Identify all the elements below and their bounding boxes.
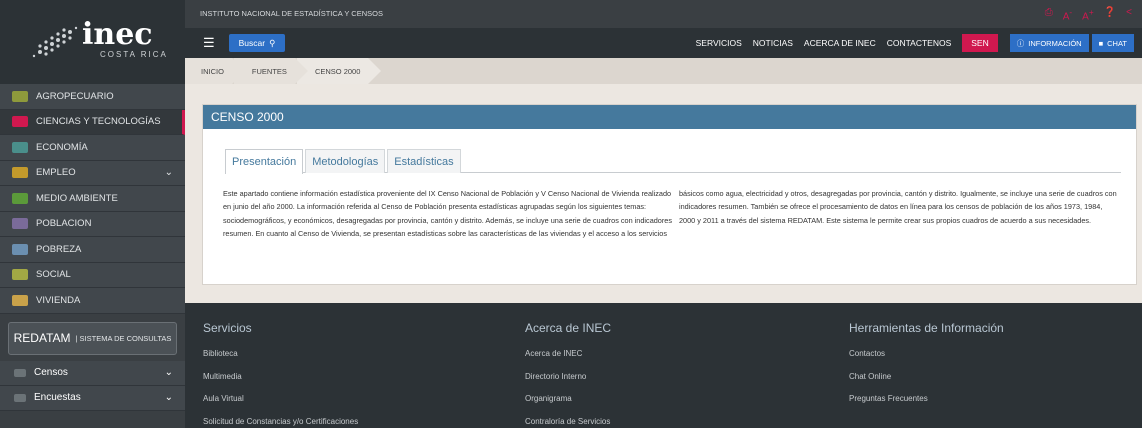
- sidebar-item-agropecuario[interactable]: AGROPECUARIO: [0, 84, 185, 110]
- footer-link[interactable]: Organigrama: [525, 394, 611, 417]
- sidebar-item-label: SOCIAL: [36, 269, 71, 281]
- footer-column-herramientas: Herramientas de Información Contactos Ch…: [849, 321, 1004, 417]
- sidebar-item-social[interactable]: SOCIAL: [0, 262, 185, 288]
- sidebar-item-vivienda[interactable]: VIVIENDA: [0, 288, 185, 314]
- print-icon[interactable]: ⎙: [1045, 7, 1053, 22]
- people-icon: [12, 218, 28, 230]
- briefcase-icon: [12, 167, 28, 179]
- survey-icon: [14, 393, 26, 402]
- footer-heading: Herramientas de Información: [849, 321, 1004, 335]
- footer-column-acerca: Acerca de INEC Acerca de INEC Directorio…: [525, 321, 611, 428]
- sidebar-item-label: VIVIENDA: [36, 294, 81, 306]
- share-icon[interactable]: <: [1126, 7, 1132, 22]
- breadcrumb-inicio[interactable]: INICIO: [185, 58, 245, 84]
- sidebar-item-label: CIENCIAS Y TECNOLOGÍAS: [36, 116, 161, 128]
- footer-heading: Acerca de INEC: [525, 321, 612, 335]
- nav-link-contactenos[interactable]: CONTACTENOS: [887, 38, 952, 48]
- search-label: Buscar: [238, 38, 266, 48]
- logo-subtitle: COSTA RICA: [100, 50, 168, 59]
- footer-heading: Servicios: [203, 321, 252, 335]
- nav-link-noticias[interactable]: NOTICIAS: [753, 38, 793, 48]
- footer-link[interactable]: Chat Online: [849, 372, 1004, 395]
- institution-bar: INSTITUTO NACIONAL DE ESTADÍSTICA Y CENS…: [185, 0, 1142, 28]
- census-icon: [14, 368, 26, 377]
- chat-label: CHAT: [1107, 38, 1127, 48]
- sidebar-item-ciencias[interactable]: CIENCIAS Y TECNOLOGÍAS: [0, 109, 185, 135]
- group-icon: [12, 269, 28, 281]
- sidebar-item-label: ECONOMÍA: [36, 141, 88, 153]
- footer-link[interactable]: Contraloría de Servicios: [525, 417, 611, 428]
- money-icon: [12, 141, 28, 153]
- sidebar-item-censos[interactable]: Censos ⌄: [0, 360, 185, 386]
- font-increase-button[interactable]: A+: [1082, 7, 1094, 22]
- sidebar-item-economia[interactable]: ECONOMÍA: [0, 135, 185, 161]
- nav-link-acerca[interactable]: ACERCA DE INEC: [804, 38, 876, 48]
- sidebar-item-label: AGROPECUARIO: [36, 90, 114, 102]
- sidebar-item-pobreza[interactable]: POBREZA: [0, 237, 185, 263]
- sidebar-item-poblacion[interactable]: POBLACION: [0, 211, 185, 237]
- redatam-subtitle: | SISTEMA DE CONSULTAS: [75, 333, 172, 343]
- footer-link[interactable]: Acerca de INEC: [525, 349, 611, 372]
- footer-column-servicios: Servicios Biblioteca Multimedia Aula Vir…: [203, 321, 358, 428]
- sidebar-item-medio-ambiente[interactable]: MEDIO AMBIENTE: [0, 186, 185, 212]
- hand-icon: [12, 243, 28, 255]
- leaf-icon: [12, 192, 28, 204]
- chevron-down-icon: ⌄: [164, 391, 173, 403]
- info-button[interactable]: ⓘ INFORMACIÓN: [1009, 34, 1089, 52]
- sen-button[interactable]: SEN: [962, 34, 998, 52]
- footer-link[interactable]: Aula Virtual: [203, 394, 358, 417]
- chat-button[interactable]: ■ CHAT: [1091, 34, 1134, 52]
- logo[interactable]: inec COSTA RICA: [0, 0, 185, 84]
- sidebar-item-label: EMPLEO: [36, 167, 76, 179]
- content-tabs: Presentación Metodologías Estadísticas: [225, 149, 1121, 174]
- sidebar-item-encuestas[interactable]: Encuestas ⌄: [0, 385, 185, 411]
- tab-estadisticas[interactable]: Estadísticas: [387, 149, 461, 173]
- info-icon: ⓘ: [1016, 38, 1025, 48]
- menu-toggle-icon[interactable]: ☰: [203, 35, 215, 51]
- logo-text: inec: [82, 17, 153, 52]
- footer: Servicios Biblioteca Multimedia Aula Vir…: [185, 303, 1142, 428]
- sidebar-item-label: POBLACION: [36, 218, 92, 230]
- sidebar-item-empleo[interactable]: EMPLEO ⌄: [0, 160, 185, 186]
- sidebar-item-label: Encuestas: [34, 392, 81, 403]
- content-card: CENSO 2000 Presentación Metodologías Est…: [202, 104, 1137, 285]
- tab-metodologias[interactable]: Metodologías: [305, 149, 386, 173]
- footer-link[interactable]: Contactos: [849, 349, 1004, 372]
- help-icon[interactable]: ❓: [1104, 7, 1116, 22]
- institution-name: INSTITUTO NACIONAL DE ESTADÍSTICA Y CENS…: [200, 9, 383, 18]
- footer-link[interactable]: Multimedia: [203, 372, 358, 395]
- tractor-icon: [12, 90, 28, 102]
- chevron-down-icon: ⌄: [164, 166, 173, 178]
- presentation-text-right: básicos como agua, electricidad y otros,…: [679, 189, 1117, 225]
- category-nav: AGROPECUARIO CIENCIAS Y TECNOLOGÍAS ECON…: [0, 84, 185, 314]
- chat-icon: ■: [1098, 38, 1104, 48]
- font-decrease-button[interactable]: A-: [1063, 7, 1072, 22]
- tab-presentacion[interactable]: Presentación: [225, 149, 304, 174]
- redatam-title: REDATAM: [13, 331, 71, 345]
- nav-link-servicios[interactable]: SERVICIOS: [696, 38, 742, 48]
- redatam-button[interactable]: REDATAM | SISTEMA DE CONSULTAS: [8, 321, 177, 355]
- search-button[interactable]: Buscar ⚲: [229, 34, 285, 52]
- accessibility-tools: ⎙ A- A+ ❓ <: [1045, 7, 1132, 22]
- footer-link[interactable]: Biblioteca: [203, 349, 358, 372]
- page-title: CENSO 2000: [203, 105, 1136, 129]
- top-links: SERVICIOS NOTICIAS ACERCA DE INEC CONTAC…: [696, 28, 1142, 58]
- info-label: INFORMACIÓN: [1028, 38, 1082, 48]
- main-nav-bar: ☰ Buscar ⚲ SERVICIOS NOTICIAS ACERCA DE …: [185, 28, 1142, 58]
- breadcrumb: INICIO FUENTES CENSO 2000: [185, 58, 1142, 84]
- flask-icon: [12, 116, 28, 128]
- footer-link[interactable]: Preguntas Frecuentes: [849, 394, 1004, 417]
- footer-link[interactable]: Solicitud de Constancias y/o Certificaci…: [203, 417, 358, 428]
- footer-link[interactable]: Directorio Interno: [525, 372, 611, 395]
- logo-mark-icon: [32, 26, 78, 58]
- presentation-text-left: Este apartado contiene información estad…: [223, 189, 673, 239]
- search-icon: ⚲: [269, 37, 276, 48]
- chevron-down-icon: ⌄: [164, 366, 173, 378]
- sidebar-item-label: MEDIO AMBIENTE: [36, 192, 118, 204]
- sidebar-item-label: POBREZA: [36, 243, 82, 255]
- sidebar-item-label: Censos: [34, 367, 68, 378]
- house-icon: [12, 294, 28, 306]
- sidebar: inec COSTA RICA AGROPECUARIO CIENCIAS Y …: [0, 0, 185, 428]
- redatam-nav: Censos ⌄ Encuestas ⌄: [0, 360, 185, 411]
